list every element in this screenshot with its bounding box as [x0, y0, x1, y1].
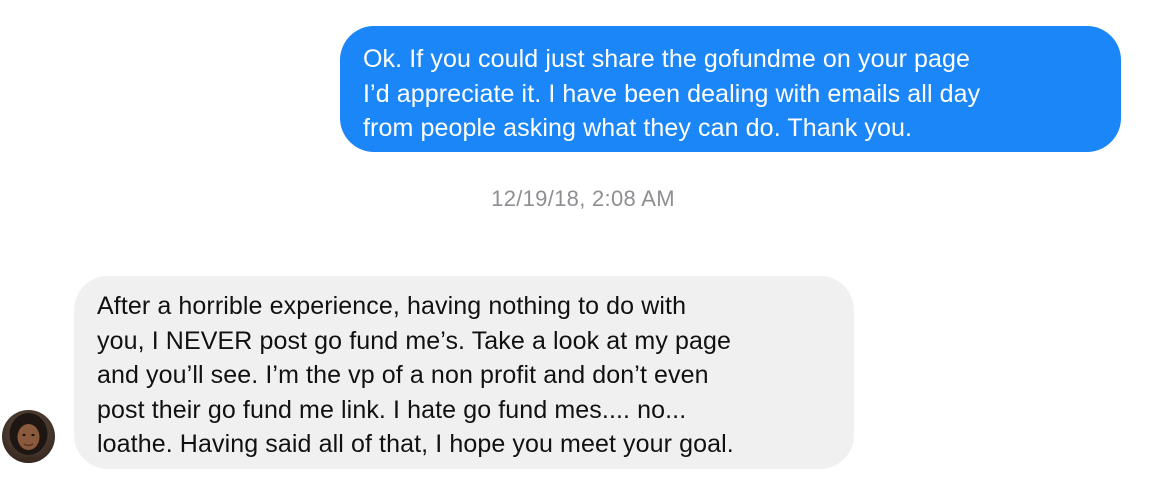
contact-avatar-icon[interactable]	[2, 410, 55, 463]
avatar-image	[2, 410, 55, 463]
message-text-line: loathe. Having said all of that, I hope …	[97, 430, 734, 458]
message-text-line: post their go fund me link. I hate go fu…	[97, 395, 687, 424]
message-text-line: I’d appreciate it. I have been dealing w…	[363, 79, 981, 108]
message-timestamp: 12/19/18, 2:08 AM	[491, 186, 675, 211]
outgoing-message-bubble[interactable]: Ok. If you could just share the gofundme…	[340, 26, 1121, 152]
message-text-line: After a horrible experience, having noth…	[97, 292, 687, 320]
message-text-line: and you’ll see. I’m the vp of a non prof…	[97, 361, 709, 389]
message-text-line: you, I NEVER post go fund me’s. Take a l…	[97, 326, 731, 355]
message-text-line: Ok. If you could just share the gofundme…	[363, 45, 971, 73]
message-text-line: from people asking what they can do. Tha…	[363, 114, 913, 142]
incoming-message-bubble[interactable]: After a horrible experience, having noth…	[74, 276, 854, 469]
